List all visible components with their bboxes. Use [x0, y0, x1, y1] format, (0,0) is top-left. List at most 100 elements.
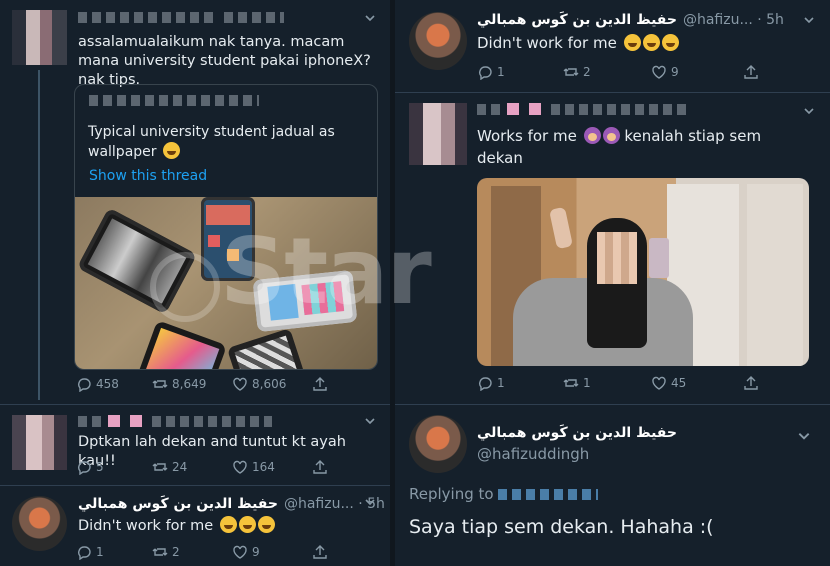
reply-button[interactable]: 1: [477, 375, 563, 391]
tweet-actions: 1 1 45: [477, 375, 767, 391]
handle: @hafizu... · 5h: [682, 12, 784, 28]
like-button[interactable]: 164: [232, 459, 312, 475]
heart-icon: [233, 377, 247, 391]
share-button[interactable]: [312, 376, 328, 392]
share-icon: [313, 460, 327, 474]
like-button[interactable]: 8,606: [232, 376, 312, 392]
phone-image: [226, 328, 306, 369]
retweet-icon: [152, 463, 168, 471]
avatar[interactable]: [409, 103, 467, 165]
retweet-icon: [563, 68, 579, 76]
retweet-button[interactable]: 2: [152, 544, 232, 560]
retweet-icon: [152, 548, 168, 556]
tweet-question[interactable]: assalamualaikum nak tanya. macam mana un…: [0, 0, 390, 400]
reply-button[interactable]: 5: [76, 459, 152, 475]
quoted-author-blurred: [89, 95, 259, 106]
blurred-handle: [224, 12, 284, 23]
chevron-down-icon[interactable]: [364, 415, 376, 427]
blurred-name: [78, 415, 102, 427]
reply-button[interactable]: 458: [76, 376, 152, 392]
tweet-text-content: Didn't work for me: [477, 34, 617, 52]
like-count: 164: [252, 460, 275, 474]
display-name[interactable]: حفيظ الدين بن كَوس همبالي: [477, 425, 677, 441]
retweet-button[interactable]: 8,649: [152, 376, 232, 392]
reply-count: 458: [96, 377, 119, 391]
tweet-text: Didn't work for me: [477, 34, 807, 53]
author-blurred[interactable]: [477, 103, 691, 115]
reply-button[interactable]: 1: [477, 64, 563, 80]
avatar[interactable]: [12, 415, 67, 470]
avatar[interactable]: [409, 12, 467, 70]
retweet-count: 2: [583, 65, 591, 79]
tweet-text: Works for me kenalah stiap sem dekan: [477, 125, 807, 169]
blurred-handle: [551, 103, 691, 115]
avatar[interactable]: [12, 10, 67, 65]
tweet-text-part: Works for me: [477, 127, 577, 145]
like-count: 9: [671, 65, 679, 79]
chevron-down-icon[interactable]: [803, 14, 815, 26]
display-name: حفيظ الدين بن كَوس همبالي: [78, 496, 278, 512]
share-icon: [744, 65, 758, 79]
laughing-emoji-icon: [219, 516, 237, 533]
tweet-didnt-work[interactable]: حفيظ الدين بن كَوس همبالي @hafizu... · 5…: [395, 0, 830, 92]
reply-icon: [78, 378, 91, 392]
like-count: 8,606: [252, 377, 287, 391]
reply-icon: [78, 461, 91, 475]
retweet-button[interactable]: 1: [563, 375, 651, 391]
like-button[interactable]: 45: [651, 375, 743, 391]
tweet-detail[interactable]: حفيظ الدين بن كَوس همبالي @hafizuddingh …: [395, 405, 830, 566]
reply-icon: [479, 377, 492, 391]
phones-photo[interactable]: [75, 197, 377, 369]
retweet-count: 8,649: [172, 377, 207, 391]
blurred-handle: [152, 415, 272, 427]
retweet-count: 1: [583, 376, 591, 390]
quoted-text: Typical university student jadual as wal…: [88, 123, 368, 162]
laughing-emoji-icon: [642, 34, 660, 51]
girl-emoji-icon: [583, 127, 601, 144]
blurred-emoji: [130, 415, 142, 427]
share-button[interactable]: [312, 544, 328, 560]
tweet-actions: 1 2 9: [76, 544, 336, 560]
replying-label: Replying to: [409, 485, 494, 503]
chevron-down-icon[interactable]: [364, 496, 376, 508]
avatar[interactable]: [12, 496, 67, 551]
retweet-button[interactable]: 2: [563, 64, 651, 80]
retweet-button[interactable]: 24: [152, 459, 232, 475]
author-row[interactable]: حفيظ الدين بن كَوس همبالي @hafizu... · 5…: [477, 12, 784, 28]
quoted-tweet[interactable]: Typical university student jadual as wal…: [74, 84, 378, 370]
watermark-logo: [150, 252, 220, 322]
author-blurred[interactable]: [78, 415, 272, 427]
blurred-name: [477, 103, 501, 115]
blurred-mention[interactable]: [498, 489, 599, 500]
like-button[interactable]: 9: [232, 544, 312, 560]
tweet-text: Didn't work for me: [78, 516, 378, 536]
heart-icon: [652, 65, 666, 79]
mirror-selfie-photo[interactable]: [477, 178, 809, 366]
author-blurred[interactable]: [78, 12, 284, 23]
share-button[interactable]: [743, 64, 759, 80]
chevron-down-icon[interactable]: [803, 105, 815, 117]
like-button[interactable]: 9: [651, 64, 743, 80]
tweet-works-for-me[interactable]: Works for me kenalah stiap sem dekan 1 1: [395, 93, 830, 403]
tweet-actions: 5 24 164: [76, 459, 336, 475]
chevron-down-icon[interactable]: [364, 12, 376, 24]
chevron-down-icon[interactable]: [797, 429, 810, 441]
share-button[interactable]: [312, 459, 328, 475]
tweet-actions: 1 2 9: [477, 64, 767, 80]
like-count: 9: [252, 545, 260, 559]
handle[interactable]: @hafizuddingh: [477, 445, 589, 463]
share-button[interactable]: [743, 375, 759, 391]
author-row[interactable]: حفيظ الدين بن كَوس همبالي @hafizu... · 5…: [78, 496, 385, 512]
tweet-actions: 458 8,649 8,606: [76, 376, 336, 392]
avatar[interactable]: [409, 415, 467, 473]
tweet-didnt-work[interactable]: حفيظ الدين بن كَوس همبالي @hafizu... · 5…: [0, 486, 390, 566]
blurred-face: [597, 232, 637, 284]
laughing-emoji-icon: [162, 142, 180, 159]
share-icon: [313, 545, 327, 559]
door: [747, 184, 803, 366]
tweet-reply-dekan[interactable]: Dptkan lah dekan and tuntut kt ayah kau!…: [0, 405, 390, 485]
laughing-emoji-icon: [623, 34, 641, 51]
reply-button[interactable]: 1: [76, 544, 152, 560]
quoted-text-content: Typical university student jadual as wal…: [88, 124, 335, 160]
show-thread-link[interactable]: Show this thread: [89, 168, 207, 184]
